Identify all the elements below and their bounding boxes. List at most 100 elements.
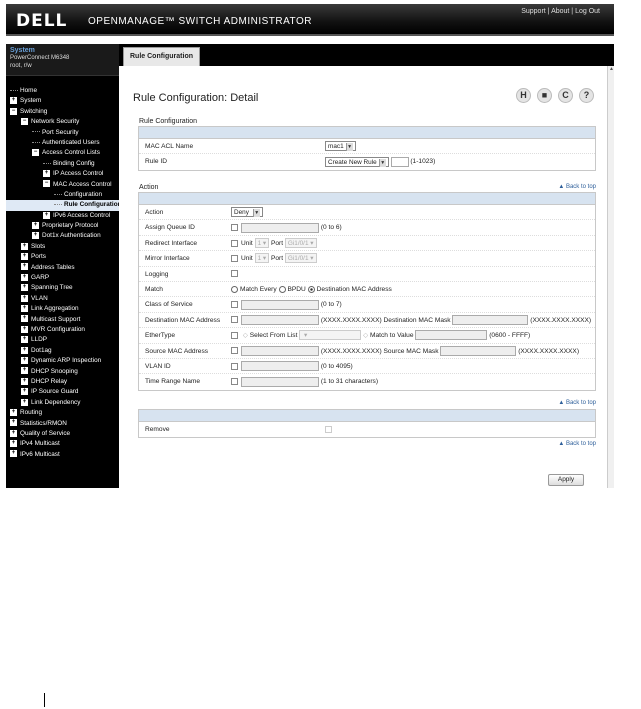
- expand-icon[interactable]: +: [10, 450, 17, 458]
- sidebar-item-network-security[interactable]: − Network Security: [6, 117, 119, 127]
- sidebar-item-ipv6-multicast[interactable]: + IPv6 Multicast: [6, 450, 119, 460]
- assign-queue-checkbox[interactable]: [231, 224, 238, 232]
- sidebar-item-system[interactable]: + System: [6, 96, 119, 106]
- vlan-input[interactable]: [241, 361, 319, 372]
- time-range-input[interactable]: [241, 376, 319, 387]
- sidebar-item-dhcp-relay[interactable]: + DHCP Relay: [6, 377, 119, 387]
- vlan-checkbox[interactable]: [231, 362, 238, 370]
- ethertype-value-radio[interactable]: ◇: [363, 332, 368, 339]
- sidebar-item-dynamic-arp-inspection[interactable]: + Dynamic ARP Inspection: [6, 356, 119, 366]
- expand-icon[interactable]: +: [21, 336, 28, 344]
- sidebar-item-access-control-lists[interactable]: − Access Control Lists: [6, 148, 119, 158]
- sidebar-item-garp[interactable]: + GARP: [6, 273, 119, 283]
- expand-icon[interactable]: +: [21, 388, 28, 396]
- system-title[interactable]: System: [10, 47, 115, 54]
- sidebar-item-dot1x-authentication[interactable]: + Dot1x Authentication: [6, 231, 119, 241]
- print-icon[interactable]: ■: [537, 88, 552, 103]
- ethertype-list-radio[interactable]: ◇: [243, 332, 248, 339]
- expand-icon[interactable]: +: [21, 346, 28, 354]
- back-to-top-link[interactable]: ▲ Back to top: [558, 184, 596, 190]
- sidebar-item-address-tables[interactable]: + Address Tables: [6, 263, 119, 273]
- sidebar-item-switching[interactable]: − Switching: [6, 107, 119, 117]
- redirect-port-select[interactable]: Gi1/0/1 ▾: [284, 238, 317, 249]
- rule-id-input[interactable]: [390, 156, 409, 167]
- sidebar-item-multicast-support[interactable]: + Multicast Support: [6, 315, 119, 325]
- expand-icon[interactable]: +: [21, 367, 28, 375]
- assign-queue-input[interactable]: [241, 222, 319, 233]
- src-mask-input[interactable]: [440, 345, 517, 356]
- expand-icon[interactable]: +: [32, 221, 39, 229]
- mirror-checkbox[interactable]: [231, 254, 238, 262]
- mac-acl-name-select[interactable]: mac1 ▼: [325, 141, 356, 152]
- sidebar-item-mac-access-control[interactable]: − MAC Access Control: [6, 180, 119, 190]
- about-link[interactable]: About: [551, 8, 569, 15]
- expand-icon[interactable]: +: [21, 284, 28, 292]
- logging-checkbox[interactable]: [231, 270, 238, 278]
- bpdu-radio[interactable]: [278, 285, 286, 293]
- ethertype-list-select[interactable]: ▾: [299, 330, 362, 341]
- sidebar-item-lldp[interactable]: + LLDP: [6, 335, 119, 345]
- cos-input[interactable]: [241, 299, 319, 310]
- scrollbar[interactable]: ▲: [607, 66, 614, 488]
- sidebar-item-configuration[interactable]: Configuration: [6, 190, 119, 200]
- sidebar-item-dhcp-snooping[interactable]: + DHCP Snooping: [6, 367, 119, 377]
- expand-icon[interactable]: +: [32, 232, 39, 240]
- sidebar-item-slots[interactable]: + Slots: [6, 242, 119, 252]
- expand-icon[interactable]: +: [43, 211, 50, 219]
- src-mac-input[interactable]: [241, 345, 319, 356]
- ethertype-value-input[interactable]: [415, 330, 488, 341]
- sidebar-item-home[interactable]: Home: [6, 86, 119, 96]
- refresh-icon[interactable]: C: [558, 88, 573, 103]
- sidebar-item-statistics-rmon[interactable]: + Statistics/RMON: [6, 419, 119, 429]
- dest-mac-input[interactable]: [241, 314, 319, 325]
- match-every-radio[interactable]: [231, 285, 238, 293]
- ethertype-checkbox[interactable]: [231, 331, 238, 339]
- action-select[interactable]: Deny ▼: [231, 207, 263, 218]
- remove-checkbox[interactable]: [325, 425, 332, 433]
- expand-icon[interactable]: +: [21, 377, 28, 385]
- sidebar-item-mvr-configuration[interactable]: + MVR Configuration: [6, 325, 119, 335]
- sidebar-item-link-aggregation[interactable]: + Link Aggregation: [6, 304, 119, 314]
- sidebar-item-ipv4-multicast[interactable]: + IPv4 Multicast: [6, 439, 119, 449]
- expand-icon[interactable]: +: [10, 429, 17, 437]
- sidebar-item-port-security[interactable]: Port Security: [6, 128, 119, 138]
- expand-icon[interactable]: +: [10, 408, 17, 416]
- dest-mask-input[interactable]: [452, 314, 529, 325]
- sidebar-item-ipv6-access-control[interactable]: + IPv6 Access Control: [6, 211, 119, 221]
- sidebar-item-vlan[interactable]: + VLAN: [6, 294, 119, 304]
- support-link[interactable]: Support: [521, 8, 546, 15]
- sidebar-item-authenticated-users[interactable]: Authenticated Users: [6, 138, 119, 148]
- dest-mac-checkbox[interactable]: [231, 316, 238, 324]
- sidebar-item-quality-of-service[interactable]: + Quality of Service: [6, 429, 119, 439]
- expand-icon[interactable]: +: [21, 356, 28, 364]
- expand-icon[interactable]: +: [21, 294, 28, 302]
- scroll-up-icon[interactable]: ▲: [608, 66, 615, 73]
- sidebar-item-binding-config[interactable]: Binding Config: [6, 159, 119, 169]
- expand-icon[interactable]: +: [10, 440, 17, 448]
- expand-icon[interactable]: +: [21, 242, 28, 250]
- help-icon[interactable]: ?: [579, 88, 594, 103]
- expand-icon[interactable]: +: [10, 97, 17, 105]
- redirect-checkbox[interactable]: [231, 239, 238, 247]
- mirror-unit-select[interactable]: 1 ▾: [254, 253, 270, 264]
- redirect-unit-select[interactable]: 1 ▾: [254, 238, 270, 249]
- rule-id-select[interactable]: Create New Rule ▼: [325, 156, 389, 167]
- sidebar-item-ports[interactable]: + Ports: [6, 252, 119, 262]
- back-to-top-link[interactable]: ▲ Back to top: [558, 441, 596, 447]
- expand-icon[interactable]: +: [21, 253, 28, 261]
- dest-mac-radio[interactable]: [307, 285, 315, 293]
- expand-icon[interactable]: +: [21, 305, 28, 313]
- cos-checkbox[interactable]: [231, 301, 238, 309]
- sidebar-item-spanning-tree[interactable]: + Spanning Tree: [6, 283, 119, 293]
- src-mac-checkbox[interactable]: [231, 347, 238, 355]
- expand-icon[interactable]: +: [21, 263, 28, 271]
- sidebar-item-link-dependency[interactable]: + Link Dependency: [6, 398, 119, 408]
- mirror-port-select[interactable]: Gi1/0/1 ▾: [284, 253, 317, 264]
- expand-icon[interactable]: +: [10, 419, 17, 427]
- collapse-icon[interactable]: −: [21, 117, 28, 125]
- apply-button[interactable]: Apply: [548, 474, 584, 486]
- collapse-icon[interactable]: −: [32, 149, 39, 157]
- collapse-icon[interactable]: −: [43, 180, 50, 188]
- collapse-icon[interactable]: −: [10, 107, 17, 115]
- sidebar-item-rule-configuration[interactable]: Rule Configuration: [6, 200, 119, 211]
